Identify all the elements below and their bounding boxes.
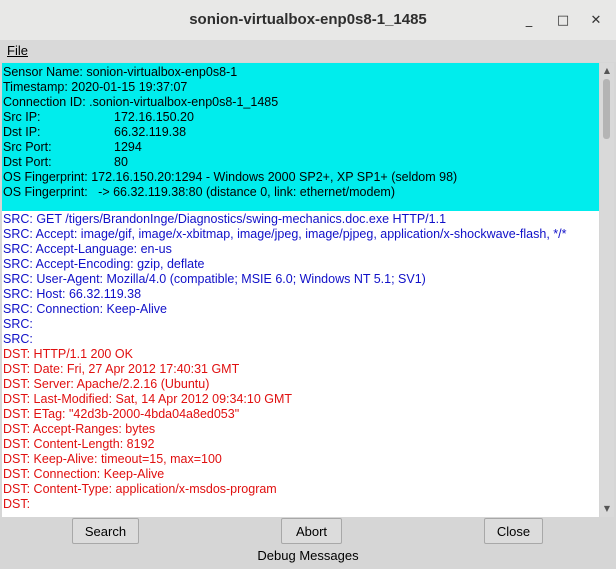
src-line: SRC: Accept: image/gif, image/x-xbitmap,… <box>3 227 567 241</box>
dst-line: DST: Content-Type: application/x-msdos-p… <box>3 482 277 496</box>
src-line: SRC: Accept-Encoding: gzip, deflate <box>3 257 205 271</box>
src-line: SRC: GET /tigers/BrandonInge/Diagnostics… <box>3 212 447 226</box>
header-field: Src Port: 1294 <box>3 140 599 155</box>
maximize-icon[interactable]: □ <box>552 9 574 31</box>
transcript-body: SRC: GET /tigers/BrandonInge/Diagnostics… <box>2 211 599 512</box>
dst-line: DST: HTTP/1.1 200 OK <box>3 347 133 361</box>
src-line: SRC: Host: 66.32.119.38 <box>3 287 142 301</box>
search-button[interactable]: Search <box>72 518 139 544</box>
header-field: Src IP: 172.16.150.20 <box>3 110 599 125</box>
title-bar: sonion-virtualbox-enp0s8-1_1485 _ □ ✕ <box>0 0 616 41</box>
field-key: Dst Port: <box>3 155 52 169</box>
connection-id: Connection ID: .sonion-virtualbox-enp0s8… <box>3 95 279 109</box>
dst-line: DST: Keep-Alive: timeout=15, max=100 <box>3 452 222 466</box>
field-key: Src Port: <box>3 140 52 154</box>
field-value: 1294 <box>114 140 142 154</box>
scroll-up-arrow-icon[interactable]: ▲ <box>601 65 613 77</box>
minimize-icon[interactable]: _ <box>518 9 540 31</box>
dst-line: DST: Accept-Ranges: bytes <box>3 422 156 436</box>
src-line: SRC: User-Agent: Mozilla/4.0 (compatible… <box>3 272 426 286</box>
dst-line: DST: Date: Fri, 27 Apr 2012 17:40:31 GMT <box>3 362 240 376</box>
field-value: 80 <box>114 155 128 169</box>
timestamp: Timestamp: 2020-01-15 19:37:07 <box>3 80 188 94</box>
dst-line: DST: Server: Apache/2.2.16 (Ubuntu) <box>3 377 210 391</box>
src-line: SRC: <box>3 317 33 331</box>
abort-button[interactable]: Abort <box>281 518 342 544</box>
close-button[interactable]: Close <box>484 518 543 544</box>
transcript-text-area[interactable]: Sensor Name: sonion-virtualbox-enp0s8-1 … <box>2 63 599 517</box>
field-value: 172.16.150.20 <box>114 110 194 124</box>
debug-messages-label: Debug Messages <box>257 548 359 563</box>
menu-file-label: File <box>7 43 28 58</box>
field-key: Dst IP: <box>3 125 41 139</box>
src-line: SRC: Accept-Language: en-us <box>3 242 172 256</box>
src-line: SRC: Connection: Keep-Alive <box>3 302 167 316</box>
os-fingerprint-src: OS Fingerprint: 172.16.150.20:1294 - Win… <box>3 170 458 184</box>
field-key: Src IP: <box>3 110 41 124</box>
menu-file[interactable]: File <box>7 43 28 58</box>
sensor-name: Sensor Name: sonion-virtualbox-enp0s8-1 <box>3 65 238 79</box>
dst-line: DST: Content-Length: 8192 <box>3 437 155 451</box>
scrollbar-thumb[interactable] <box>603 79 610 139</box>
vertical-scrollbar[interactable]: ▲ ▼ <box>600 63 614 517</box>
dst-line: DST: <box>3 497 31 511</box>
menu-bar: File <box>0 40 616 62</box>
dst-line: DST: Connection: Keep-Alive <box>3 467 165 481</box>
src-line: SRC: <box>3 332 33 346</box>
header-field: Dst IP: 66.32.119.38 <box>3 125 599 140</box>
header-field: Dst Port: 80 <box>3 155 599 170</box>
dst-line: DST: Last-Modified: Sat, 14 Apr 2012 09:… <box>3 392 293 406</box>
close-icon[interactable]: ✕ <box>585 9 607 31</box>
dst-line: DST: ETag: "42d3b-2000-4bda04a8ed053" <box>3 407 240 421</box>
scroll-down-arrow-icon[interactable]: ▼ <box>601 503 613 515</box>
session-header: Sensor Name: sonion-virtualbox-enp0s8-1 … <box>2 63 599 211</box>
field-value: 66.32.119.38 <box>114 125 187 139</box>
os-fingerprint-dst: OS Fingerprint: -> 66.32.119.38:80 (dist… <box>3 185 395 199</box>
